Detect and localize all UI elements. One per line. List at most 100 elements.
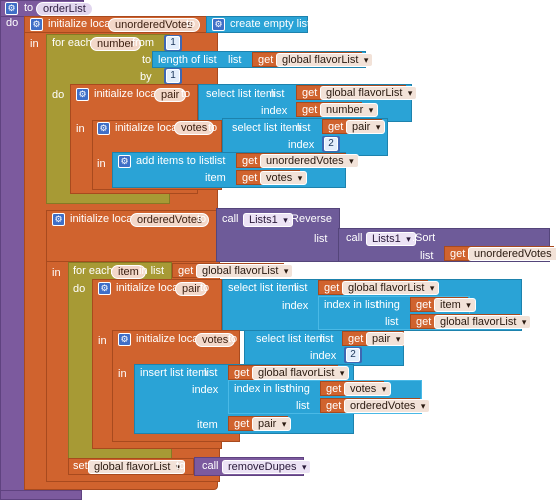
init-to-label-4: to [197, 213, 207, 225]
get-label-10: get [416, 299, 432, 311]
flavorlist-dropdown-3[interactable]: global flavorList [196, 264, 294, 278]
init-in-label-5: in [98, 335, 107, 347]
init-votes-gear-icon-2[interactable]: ⚙ [118, 333, 131, 346]
from-number-block[interactable]: 1 [164, 35, 182, 51]
init-orderedvotes-gear-icon[interactable]: ⚙ [52, 213, 65, 226]
flavorlist-dropdown-1[interactable]: global flavorList [276, 53, 374, 67]
procedure-name-field[interactable]: orderList [36, 2, 93, 16]
flavorlist-dropdown-4[interactable]: global flavorList [342, 281, 440, 295]
insert-item-label: item [197, 419, 218, 431]
call-label-1: call [222, 213, 239, 225]
thing-label-1: thing [376, 299, 400, 311]
init-in-label-1: in [30, 38, 39, 50]
length-of-list-label: length of list [158, 54, 217, 66]
sort-label: .Sort [412, 232, 436, 244]
flavorlist-dropdown-6[interactable]: global flavorList [252, 366, 350, 380]
insert-list-label: list [204, 367, 218, 379]
votes-dropdown-2[interactable]: votes [344, 382, 392, 396]
add-items-item-label: item [205, 172, 226, 184]
create-empty-list-gear-icon[interactable]: ⚙ [212, 18, 225, 31]
init-to-label-6: to [228, 333, 238, 345]
select-list-item-label-2: select list item [232, 122, 302, 134]
number-dropdown[interactable]: number [320, 103, 379, 117]
unorderedvotes-dropdown-1[interactable]: unorderedVotes [260, 154, 359, 168]
index-in-list-label-2: index in list [234, 383, 289, 395]
by-number-block[interactable]: 1 [164, 68, 182, 84]
get-label-8: get [178, 265, 194, 277]
orderedvotes-dropdown[interactable]: orderedVotes [344, 399, 431, 413]
init-to-label-3: to [208, 122, 218, 134]
init-pair-gear-icon-1[interactable]: ⚙ [76, 88, 89, 101]
init-to-label-2: to [181, 88, 191, 100]
reverse-label: .Reverse [288, 213, 333, 225]
procedure-do-label: do [6, 17, 19, 29]
get-label-3: get [302, 104, 318, 116]
select-index-label-4: index [310, 350, 337, 362]
lists1-dropdown-1[interactable]: Lists1 [243, 213, 293, 227]
in-list-label: in list [139, 265, 165, 277]
select-list-label-2: list [297, 122, 311, 134]
lists1-dropdown-2[interactable]: Lists1 [366, 232, 416, 246]
procedure-to-label: to [24, 2, 34, 14]
get-label-12: get [348, 333, 364, 345]
add-items-list-label: list [212, 155, 226, 167]
init-votes-gear-icon-1[interactable]: ⚙ [97, 122, 110, 135]
set-flavorlist-dropdown[interactable]: global flavorList [88, 460, 186, 474]
by-number-value[interactable]: 1 [166, 69, 180, 83]
procedure-footer [0, 490, 82, 500]
for-do-label-1: do [52, 89, 65, 101]
add-items-gear-icon[interactable]: ⚙ [118, 155, 131, 168]
init-label-3: initialize local [115, 122, 180, 134]
index-number-value-2[interactable]: 2 [346, 348, 360, 362]
select-index-label-3: index [282, 300, 309, 312]
unorderedvotes-dropdown-2[interactable]: unorderedVotes [468, 247, 556, 261]
init-in-label-4: in [52, 267, 61, 279]
flavorlist-dropdown-5[interactable]: global flavorList [434, 315, 532, 329]
call-label-2: call [346, 232, 363, 244]
item-dropdown[interactable]: item [434, 298, 476, 312]
get-label-9: get [324, 282, 340, 294]
add-items-label: add items to list [136, 155, 213, 167]
for-do-label-2: do [73, 283, 86, 295]
get-label-13: get [234, 367, 250, 379]
select-list-item-label-3: select list item [228, 282, 298, 294]
from-number-value[interactable]: 1 [166, 36, 180, 50]
thing-label-2: thing [286, 383, 310, 395]
pair-dropdown-3[interactable]: pair [252, 417, 292, 431]
to-label-range: to [142, 54, 152, 66]
length-list-label: list [228, 54, 242, 66]
init-unorderedvotes-gear-icon[interactable]: ⚙ [30, 18, 43, 31]
insert-index-label: index [192, 384, 219, 396]
init-pair-gear-icon-2[interactable]: ⚙ [98, 282, 111, 295]
insert-list-item-label: insert list item [140, 367, 208, 379]
set-to-label: to [176, 460, 186, 472]
flavorlist-dropdown-2[interactable]: global flavorList [320, 86, 418, 100]
removedupes-dropdown[interactable]: removeDupes [222, 460, 312, 474]
index-list-label-2: list [296, 400, 310, 412]
select-list-label-4: list [320, 333, 334, 345]
get-label-4: get [328, 121, 344, 133]
index-in-list-label-1: index in list [324, 299, 379, 311]
get-label-1: get [258, 54, 274, 66]
get-label-2: get [302, 87, 318, 99]
get-label-7: get [450, 248, 466, 260]
create-empty-list-label: create empty list [230, 18, 311, 30]
votes-dropdown-1[interactable]: votes [260, 171, 308, 185]
for-each-label-1: for each [52, 37, 92, 49]
for-each-label-2: for each [73, 265, 113, 277]
index-number-block-1[interactable]: 2 [322, 136, 340, 152]
init-label-6: initialize local [136, 333, 201, 345]
index-list-label-1: list [385, 316, 399, 328]
get-label-15: get [326, 400, 342, 412]
init-to-label-5: to [200, 282, 210, 294]
select-index-label-1: index [261, 105, 288, 117]
init-in-label-2: in [76, 123, 85, 135]
pair-dropdown-1[interactable]: pair [346, 120, 386, 134]
from-label: from [132, 37, 154, 49]
index-number-value-1[interactable]: 2 [324, 137, 338, 151]
init-label-2: initialize local [94, 88, 159, 100]
procedure-mutator-icon[interactable]: ⚙ [5, 2, 18, 15]
init-in-label-6: in [118, 368, 127, 380]
index-number-block-2[interactable]: 2 [344, 347, 362, 363]
pair-dropdown-2[interactable]: pair [366, 332, 406, 346]
